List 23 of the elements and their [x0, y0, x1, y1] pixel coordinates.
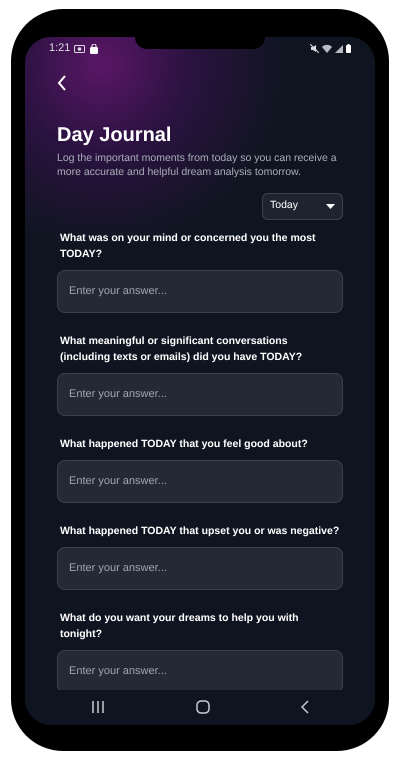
answer-field[interactable]: Enter your answer... — [57, 546, 343, 590]
caret-icon — [326, 204, 335, 208]
status-time: 1:21 — [49, 41, 70, 56]
recent-apps-icon[interactable] — [90, 701, 105, 713]
question-label: What was on your mind or concerned you the most TODAY? — [59, 230, 317, 262]
back-icon[interactable] — [301, 700, 310, 714]
signal-icon — [335, 44, 343, 52]
question-label: What do you want your dreams to help you with tonight? — [59, 610, 300, 642]
camera-icon — [74, 44, 86, 53]
answer-field[interactable]: Enter your answer... — [57, 372, 343, 416]
page-description: Log the important moments from today so you can receive a more accurate and helpful dream analysis tomorrow. — [57, 150, 338, 178]
period-dropdown[interactable]: Today — [262, 192, 343, 220]
answer-field[interactable]: Enter your answer... — [57, 650, 343, 690]
wifi-icon — [322, 44, 332, 53]
question-label: What meaningful or significant conversations (including texts or emails) did you have TODAY? — [59, 334, 304, 364]
home-icon[interactable] — [196, 700, 210, 714]
answer-field[interactable]: Enter your answer... — [57, 460, 343, 502]
mute-icon — [310, 44, 319, 53]
answer-field[interactable]: Enter your answer... — [57, 270, 343, 312]
question-label: What happened TODAY that you feel good about? — [59, 436, 309, 452]
page-title: Day Journal — [57, 122, 172, 146]
question-label: What happened TODAY that upset you or was negative? — [59, 524, 340, 538]
battery-icon — [346, 44, 351, 53]
